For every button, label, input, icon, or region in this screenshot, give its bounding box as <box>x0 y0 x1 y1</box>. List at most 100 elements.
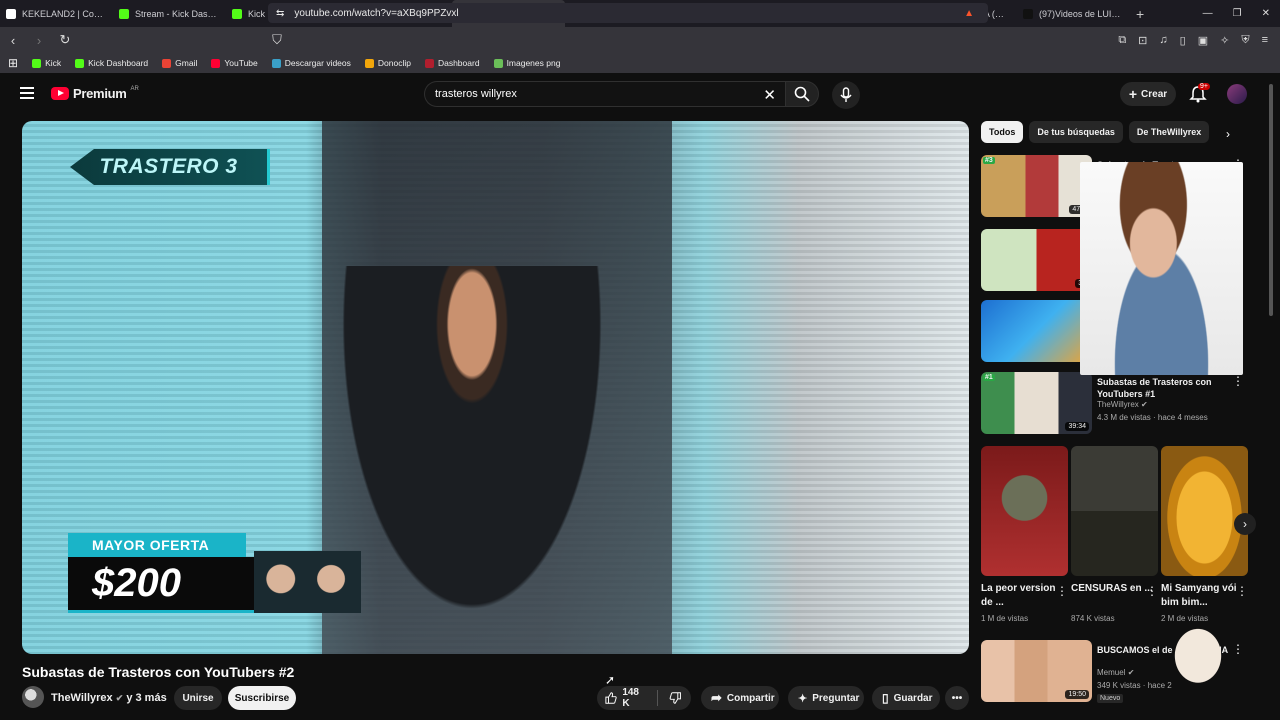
channel-name-text: TheWillyrex <box>51 692 113 704</box>
bookmark-item[interactable]: Gmail <box>162 58 197 68</box>
rec-thumbnail[interactable]: 19:50 <box>981 640 1092 702</box>
maximize-icon[interactable]: ❐ <box>1233 8 1242 19</box>
dislike-icon[interactable] <box>669 691 681 705</box>
rec-thumbnail[interactable]: 34 <box>981 229 1092 291</box>
close-window-icon[interactable]: ✕ <box>1262 8 1270 19</box>
youtube-play-icon <box>51 87 69 100</box>
forward-icon[interactable]: › <box>26 33 52 48</box>
back-icon[interactable]: ‹ <box>0 33 26 48</box>
shorts-next-button[interactable]: › <box>1234 513 1256 535</box>
extensions-icon[interactable]: ⧉ <box>1118 34 1126 47</box>
subscribe-button[interactable]: Suscribirse <box>228 686 296 710</box>
bookmark-item[interactable]: Imagenes png <box>493 58 560 68</box>
music-icon[interactable]: ♫ <box>1159 34 1167 46</box>
brave-shield-icon[interactable]: ▲ <box>964 8 974 19</box>
short-title[interactable]: La peor version de ... <box>981 582 1068 610</box>
channel-avatar[interactable] <box>22 686 44 708</box>
short-meta[interactable]: La peor version de ... 1 M de vistas ⋮ <box>981 582 1068 623</box>
bookmark-label: Dashboard <box>437 58 480 68</box>
ask-button[interactable]: ✦ Preguntar <box>788 686 864 710</box>
short-title[interactable]: CENSURAS en ... <box>1071 582 1158 610</box>
create-button[interactable]: + Crear <box>1120 82 1176 106</box>
browser-tab[interactable]: Stream - Kick Dashboard <box>113 0 226 27</box>
minimize-icon[interactable]: — <box>1203 8 1213 19</box>
bookmark-item[interactable]: YouTube <box>211 58 258 68</box>
site-settings-icon[interactable]: ⇆ <box>276 8 284 19</box>
bookmark-item[interactable]: Kick Dashboard <box>75 58 148 68</box>
wallet-icon[interactable]: ▣ <box>1198 34 1208 47</box>
short-thumbnail[interactable] <box>1071 446 1158 576</box>
short-thumbnail[interactable] <box>1161 446 1248 576</box>
youtube-logo[interactable]: Premium AR <box>51 86 139 101</box>
voice-search-button[interactable] <box>832 81 860 109</box>
kebab-menu-icon[interactable]: ⋮ <box>1232 374 1244 388</box>
bookmark-label: Donoclip <box>377 58 411 68</box>
kebab-menu-icon[interactable]: ⋮ <box>1236 584 1248 598</box>
menu-icon[interactable]: ≡ <box>1262 34 1268 46</box>
trastero-text: TRASTERO 3 <box>99 155 238 178</box>
page-scrollbar[interactable] <box>1269 84 1273 316</box>
bookmark-save-icon: ▯ <box>882 691 889 705</box>
ai-icon[interactable]: ✧ <box>1220 34 1229 47</box>
screenshot-icon[interactable]: ⊡ <box>1138 34 1147 47</box>
account-avatar[interactable] <box>1227 84 1247 104</box>
rec-title[interactable]: Subastas de Trasteros con YouTubers #1 <box>1097 376 1229 400</box>
short-title[interactable]: Mi Samyang vói bim bim... <box>1161 582 1248 610</box>
trastero-overlay: TRASTERO 3 <box>70 149 270 185</box>
share-button[interactable]: ➦ Compartir <box>701 686 779 710</box>
bookmark-favicon-icon <box>493 58 503 68</box>
tab-title: Stream - Kick Dashboard <box>135 8 220 19</box>
short-thumbnail[interactable] <box>981 446 1068 576</box>
shorts-shelf <box>981 446 1248 576</box>
like-count[interactable]: 148 K <box>622 687 645 709</box>
bookmark-item[interactable]: Descargar videos <box>271 58 351 68</box>
channel-name[interactable]: TheWillyrex ✔ y 3 más <box>51 692 167 704</box>
oferta-value-text: $200 <box>92 561 181 605</box>
rec-thumbnail[interactable]: #1 39:34 <box>981 372 1092 434</box>
bookmark-icon[interactable]: ⛉ <box>264 32 290 48</box>
tab-title: KEKELAND2 | Consola <box>22 8 107 19</box>
chips-next-icon[interactable]: › <box>1226 127 1230 141</box>
rec-channel[interactable]: TheWillyrex ✔ <box>1097 400 1148 409</box>
rec-thumbnail[interactable]: #3 47:5 <box>981 155 1092 217</box>
short-meta[interactable]: CENSURAS en ... 874 K vistas ⋮ <box>1071 582 1158 623</box>
bookmark-item[interactable]: Donoclip <box>364 58 411 68</box>
browser-nav-bar: ‹ › ↻ ⛉ <box>0 27 1280 53</box>
sidebar-icon[interactable]: ▯ <box>1180 34 1186 47</box>
bookmark-item[interactable]: Dashboard <box>424 58 480 68</box>
save-button[interactable]: ▯ Guardar <box>872 686 940 710</box>
bookmark-favicon-icon <box>364 58 374 68</box>
browser-tab[interactable]: KEKELAND2 | Consola <box>0 0 113 27</box>
filter-chip[interactable]: De tus búsquedas <box>1029 121 1123 143</box>
vpn-icon[interactable]: ⛨ <box>1241 34 1249 47</box>
kebab-menu-icon[interactable]: ⋮ <box>1146 584 1158 598</box>
video-player[interactable]: TRASTERO 3 MAYOR OFERTA $200 <box>22 121 969 654</box>
bookmark-favicon-icon <box>424 58 434 68</box>
bookmark-item[interactable]: Kick <box>32 58 61 68</box>
kebab-menu-icon[interactable]: ⋮ <box>1056 584 1068 598</box>
like-icon[interactable] <box>605 691 617 705</box>
rank-badge: #3 <box>983 157 995 164</box>
browser-tab[interactable]: (97)Videos de LUIS DE <box>1017 0 1130 27</box>
filter-chip[interactable]: De TheWillyrex <box>1128 121 1210 143</box>
clear-search-icon[interactable]: ✕ <box>763 86 776 104</box>
bookmark-label: Kick <box>45 58 62 68</box>
join-button[interactable]: Unirse <box>174 686 222 710</box>
apps-grid-icon[interactable]: ⊞ <box>8 56 18 70</box>
reload-icon[interactable]: ↻ <box>52 32 78 48</box>
url-bar[interactable]: ⇆ youtube.com/watch?v=aXBq9PPZvxl ▲ <box>268 3 988 23</box>
search-button[interactable] <box>785 81 819 107</box>
filter-chip[interactable]: Todos <box>981 121 1024 143</box>
rec-thumbnail[interactable] <box>981 300 1092 362</box>
bookmark-label: Kick Dashboard <box>88 58 149 68</box>
search-input[interactable]: trasteros willyrex ✕ <box>424 81 786 107</box>
rec-channel[interactable]: Memuel ✔ <box>1097 668 1134 677</box>
hamburger-menu-icon[interactable] <box>20 87 34 99</box>
oferta-label-text: MAYOR OFERTA <box>92 537 210 553</box>
more-actions-button[interactable]: ••• <box>945 686 969 710</box>
mouse-cursor-icon: ➚ <box>605 673 616 687</box>
channel-collab-more[interactable]: y 3 más <box>126 692 166 704</box>
rec-video[interactable]: #1 39:34 Subastas de Trasteros con YouTu… <box>981 372 1246 437</box>
browser-toolbar-right: ⧉ ⊡ ♫ ▯ ▣ ✧ ⛨ ≡ <box>1118 27 1268 53</box>
new-tab-button[interactable]: + <box>1136 6 1144 22</box>
